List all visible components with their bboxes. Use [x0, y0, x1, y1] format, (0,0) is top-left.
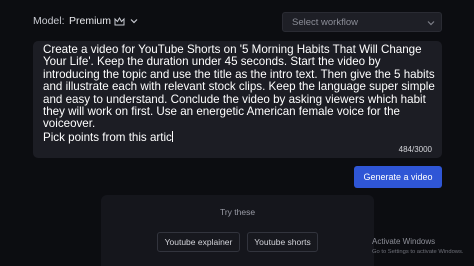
workflow-placeholder: Select workflow: [292, 16, 358, 28]
chevron-down-icon: [427, 21, 435, 26]
chevron-down-icon: [130, 19, 138, 24]
text-caret: [171, 130, 173, 142]
model-label: Model:: [33, 15, 65, 27]
workflow-select[interactable]: Select workflow: [282, 12, 442, 32]
chip-youtube-explainer[interactable]: Youtube explainer: [157, 232, 240, 252]
app-page: Model: Premium Select workflow Create a …: [0, 0, 474, 266]
try-these-title: Try these: [219, 207, 256, 217]
chip-youtube-shorts[interactable]: Youtube shorts: [247, 232, 318, 252]
prompt-text-wrap: Create a video for YouTube Shorts on '5 …: [43, 43, 438, 144]
crown-icon: [114, 16, 125, 25]
prompt-textarea[interactable]: Create a video for YouTube Shorts on '5 …: [33, 41, 442, 158]
try-these-panel: Try these Youtube explainer Youtube shor…: [101, 195, 374, 266]
generate-video-button[interactable]: Generate a video: [354, 166, 442, 188]
activate-windows-subtitle: Go to Settings to activate Windows.: [372, 249, 464, 255]
char-count: 484/3000: [398, 145, 432, 154]
prompt-text: Create a video for YouTube Shorts on '5 …: [43, 43, 435, 144]
model-value: Premium: [69, 15, 112, 27]
activate-windows-title: Activate Windows: [372, 237, 436, 246]
model-selector[interactable]: Premium: [69, 15, 138, 27]
